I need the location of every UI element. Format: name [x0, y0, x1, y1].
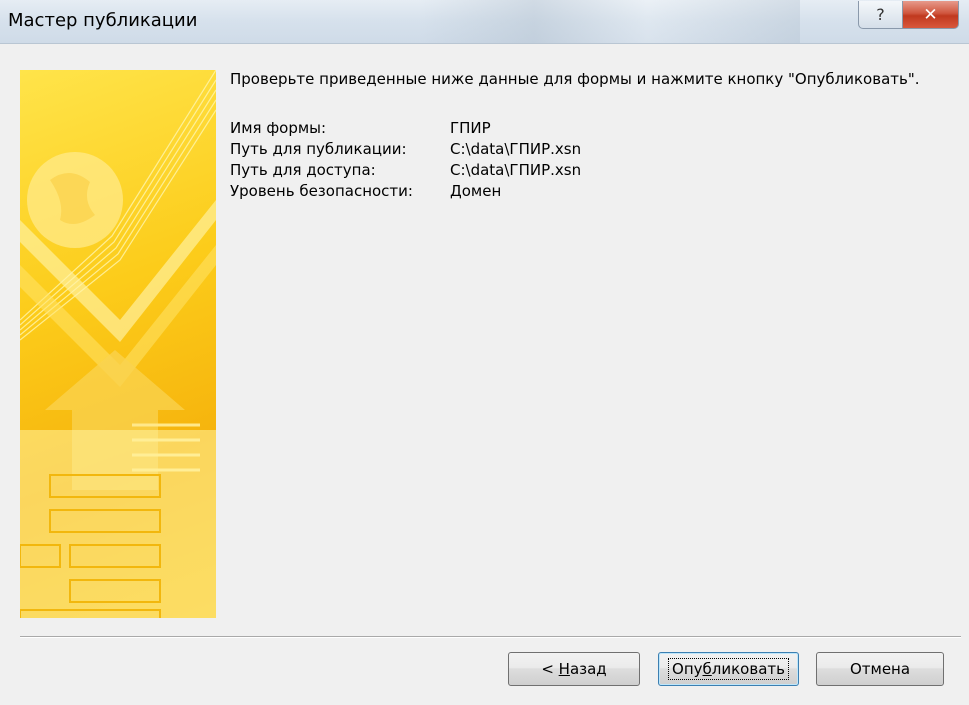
info-row-security-level: Уровень безопасности: Домен — [230, 181, 949, 202]
publish-button-label-start: Опу — [672, 660, 703, 678]
info-row-publish-path: Путь для публикации: C:\data\ГПИР.xsn — [230, 139, 949, 160]
security-level-label: Уровень безопасности: — [230, 182, 413, 200]
caption-buttons: ? ✕ — [858, 1, 959, 29]
footer-separator — [20, 636, 961, 638]
publish-button-label-end: ликовать — [711, 660, 785, 678]
window-title: Мастер публикации — [8, 10, 198, 31]
help-button[interactable]: ? — [858, 1, 903, 29]
help-icon: ? — [876, 5, 885, 24]
publish-wizard-window: Мастер публикации ? ✕ Проверьте приведен… — [0, 0, 969, 705]
publish-button[interactable]: Опубликовать — [658, 652, 799, 686]
info-row-access-path: Путь для доступа: C:\data\ГПИР.xsn — [230, 160, 949, 181]
access-path-label: Путь для доступа: — [230, 161, 376, 179]
close-button[interactable]: ✕ — [903, 1, 959, 29]
publish-button-focus: Опубликовать — [668, 658, 789, 680]
wizard-banner-graphic — [20, 70, 216, 618]
close-icon: ✕ — [923, 4, 938, 25]
back-button-prefix: < — [541, 660, 559, 678]
title-bar-glass — [420, 0, 800, 43]
back-button[interactable]: < Назад — [508, 652, 640, 686]
publish-path-value: C:\data\ГПИР.xsn — [450, 140, 582, 158]
back-button-label: азад — [569, 660, 607, 678]
instruction-text: Проверьте приведенные ниже данные для фо… — [230, 70, 920, 88]
wizard-content: Проверьте приведенные ниже данные для фо… — [230, 70, 949, 202]
cancel-button-label: Отмена — [849, 660, 911, 678]
info-row-form-name: Имя формы: ГПИР — [230, 118, 949, 139]
back-button-mnemonic: Н — [558, 660, 570, 678]
form-name-value: ГПИР — [450, 119, 491, 137]
wizard-banner — [20, 70, 216, 618]
title-bar: Мастер публикации ? ✕ — [0, 0, 969, 44]
publish-button-mnemonic: б — [702, 660, 712, 678]
publish-path-label: Путь для публикации: — [230, 140, 407, 158]
access-path-value: C:\data\ГПИР.xsn — [450, 161, 582, 179]
security-level-value: Домен — [450, 182, 502, 200]
form-name-label: Имя формы: — [230, 119, 327, 137]
cancel-button[interactable]: Отмена — [816, 652, 944, 686]
